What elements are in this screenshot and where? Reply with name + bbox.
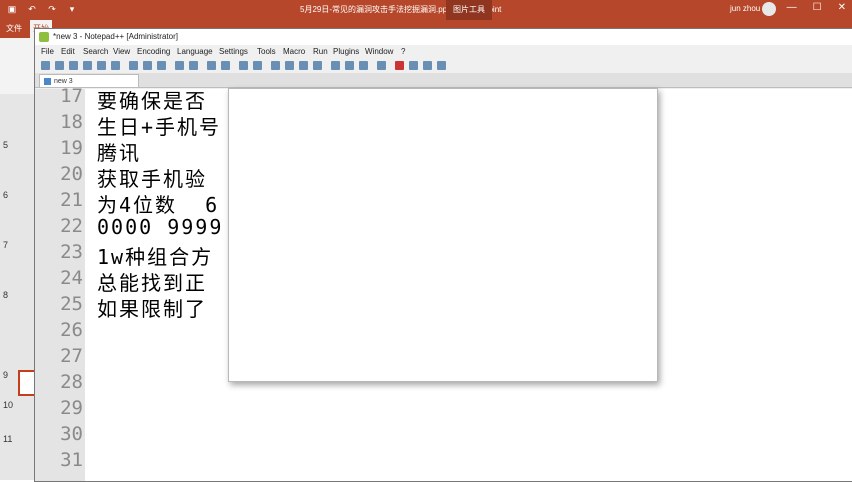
powerpoint-titlebar: ▣ ↶ ↷ ▾ 5月29日-常见的漏洞攻击手法挖掘漏洞.pptx - Power… (0, 0, 852, 20)
editor-line: 31 (35, 449, 852, 475)
menu-tools[interactable]: Tools (257, 47, 276, 56)
slide-number: 7 (3, 240, 9, 250)
slide-number: 10 (3, 400, 14, 410)
zoom-in-icon[interactable] (239, 61, 248, 70)
notepad-title: *new 3 - Notepad++ [Administrator] (53, 32, 178, 41)
undo-icon[interactable]: ↶ (26, 3, 38, 15)
minimize-icon[interactable]: — (787, 2, 797, 13)
menu-run[interactable]: Run (313, 47, 328, 56)
line-number: 23 (60, 241, 83, 263)
slide-number: 8 (3, 290, 9, 300)
line-number: 30 (60, 423, 83, 445)
slide-number: 6 (3, 190, 9, 200)
slide-number: 9 (3, 370, 9, 380)
menu-macro[interactable]: Macro (283, 47, 305, 56)
sync-scroll-icon[interactable] (271, 61, 280, 70)
replace-icon[interactable] (221, 61, 230, 70)
function-list-icon[interactable] (345, 61, 354, 70)
line-number: 21 (60, 189, 83, 211)
record-macro-icon[interactable] (395, 61, 404, 70)
menu-view[interactable]: View (113, 47, 130, 56)
save-all-icon[interactable] (83, 61, 92, 70)
redo-icon[interactable]: ↷ (46, 3, 58, 15)
notepad-titlebar: *new 3 - Notepad++ [Administrator] (35, 29, 852, 45)
line-number: 28 (60, 371, 83, 393)
stop-macro-icon[interactable] (409, 61, 418, 70)
line-text[interactable]: 生日+手机号 (97, 111, 221, 140)
undo-icon[interactable] (175, 61, 184, 70)
open-file-icon[interactable] (55, 61, 64, 70)
zoom-out-icon[interactable] (253, 61, 262, 70)
slide-number: 5 (3, 140, 9, 150)
quick-access-toolbar: ▣ ↶ ↷ ▾ (6, 3, 78, 15)
menu-plugins[interactable]: Plugins (333, 47, 359, 56)
line-text[interactable]: 如果限制了 (97, 293, 207, 322)
print-icon[interactable] (111, 61, 120, 70)
indent-guide-icon[interactable] (313, 61, 322, 70)
line-number: 24 (60, 267, 83, 289)
menu-language[interactable]: Language (177, 47, 213, 56)
redo-icon[interactable] (189, 61, 198, 70)
notepad-app-icon (39, 32, 49, 42)
menu-help[interactable]: ? (401, 47, 405, 56)
menu-edit[interactable]: Edit (61, 47, 75, 56)
tab-file[interactable]: 文件 (6, 23, 22, 34)
copy-icon[interactable] (143, 61, 152, 70)
window-controls: — ☐ ✕ (787, 2, 846, 13)
play-macro-icon[interactable] (423, 61, 432, 70)
line-number: 17 (60, 85, 83, 107)
line-text[interactable]: 获取手机验 (97, 163, 207, 192)
line-text[interactable]: 为4位数 6 (97, 189, 219, 218)
new-file-icon[interactable] (41, 61, 50, 70)
tab-label: new 3 (54, 78, 73, 85)
line-text[interactable]: 0000 9999 (97, 215, 223, 239)
wrap-icon[interactable] (285, 61, 294, 70)
menu-search[interactable]: Search (83, 47, 108, 56)
overlay-window[interactable] (228, 88, 658, 382)
menu-window[interactable]: Window (365, 47, 393, 56)
menu-encoding[interactable]: Encoding (137, 47, 170, 56)
line-number: 31 (60, 449, 83, 471)
show-all-chars-icon[interactable] (299, 61, 308, 70)
save-icon[interactable]: ▣ (6, 3, 18, 15)
close-icon[interactable]: ✕ (838, 2, 846, 13)
monitor-icon[interactable] (377, 61, 386, 70)
save-icon[interactable] (69, 61, 78, 70)
editor-line: 29 (35, 397, 852, 423)
toolbar (35, 59, 852, 73)
avatar[interactable] (762, 2, 776, 16)
cut-icon[interactable] (129, 61, 138, 70)
menu-file[interactable]: File (41, 47, 54, 56)
maximize-icon[interactable]: ☐ (813, 2, 822, 13)
user-name[interactable]: jun zhou (730, 4, 760, 13)
line-number: 20 (60, 163, 83, 185)
picture-tools-tab[interactable]: 图片工具 (446, 0, 492, 20)
line-text[interactable]: 1w种组合方 (97, 241, 213, 270)
find-icon[interactable] (207, 61, 216, 70)
doc-map-icon[interactable] (331, 61, 340, 70)
line-number: 26 (60, 319, 83, 341)
line-number: 27 (60, 345, 83, 367)
line-text[interactable]: 要确保是否 (97, 85, 207, 114)
line-number: 22 (60, 215, 83, 237)
line-number: 18 (60, 111, 83, 133)
menu-bar: File Edit Search View Encoding Language … (35, 45, 852, 59)
slide-number: 11 (3, 434, 13, 444)
editor-line: 30 (35, 423, 852, 449)
menu-settings[interactable]: Settings (219, 47, 248, 56)
save-macro-icon[interactable] (437, 61, 446, 70)
folder-workspace-icon[interactable] (359, 61, 368, 70)
close-file-icon[interactable] (97, 61, 106, 70)
paste-icon[interactable] (157, 61, 166, 70)
file-icon (44, 77, 51, 85)
line-number: 25 (60, 293, 83, 315)
line-number: 19 (60, 137, 83, 159)
line-text[interactable]: 腾讯 (97, 137, 141, 166)
line-text[interactable]: 总能找到正 (97, 267, 207, 296)
customize-icon[interactable]: ▾ (66, 3, 78, 15)
line-number: 29 (60, 397, 83, 419)
